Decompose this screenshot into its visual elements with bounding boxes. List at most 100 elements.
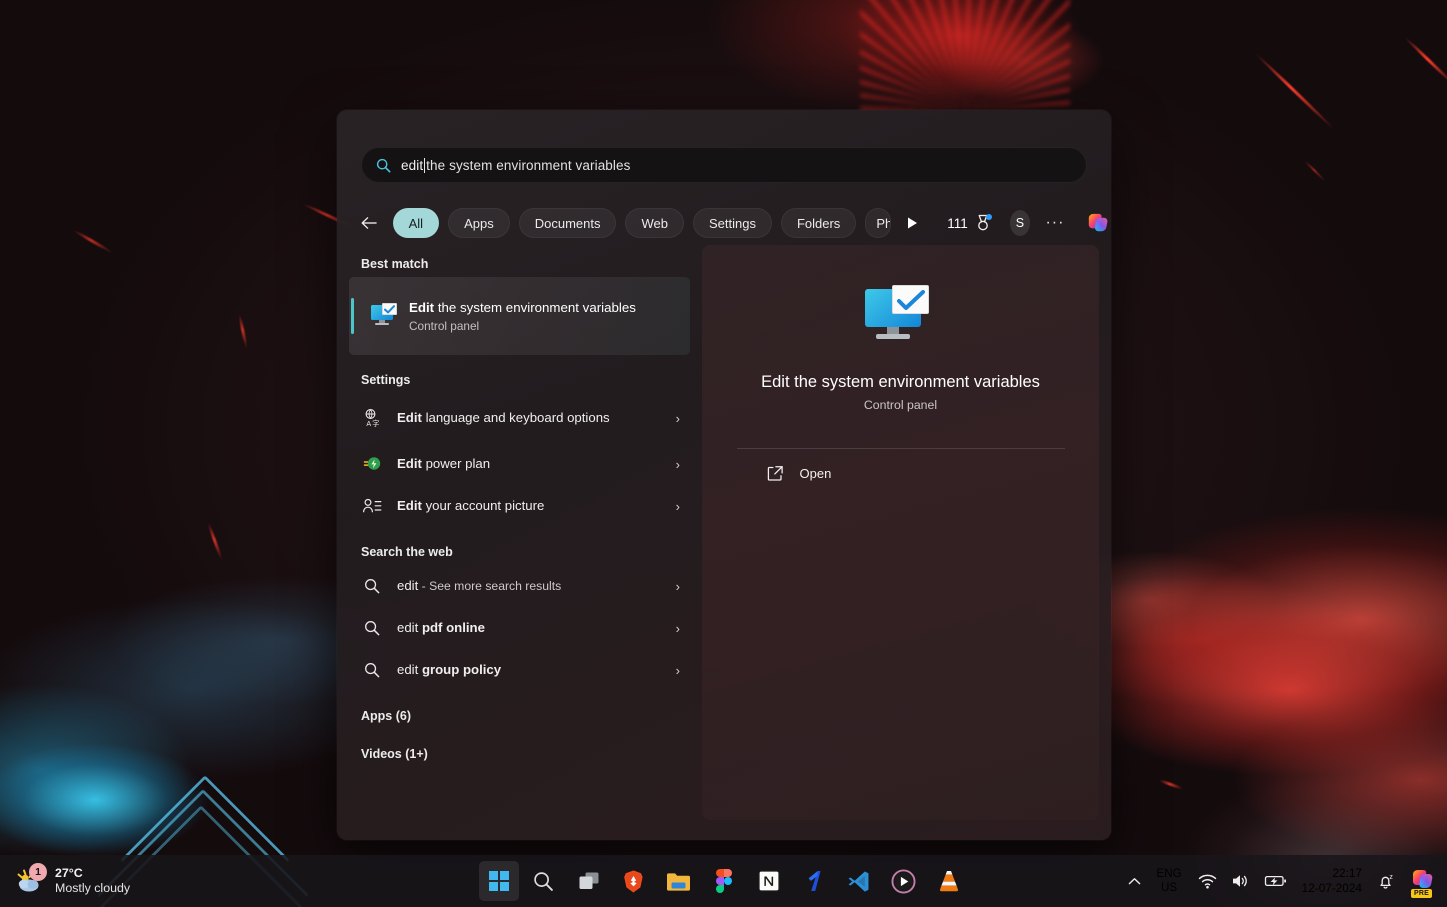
chevron-right-icon[interactable]: ›	[676, 499, 680, 514]
chip-all[interactable]: All	[392, 208, 440, 238]
notion-button[interactable]	[749, 861, 789, 901]
search-input[interactable]: edit the system environment variables	[361, 147, 1087, 183]
section-title-apps[interactable]: Apps (6)	[349, 691, 690, 729]
file-explorer-button[interactable]	[659, 861, 699, 901]
search-icon	[361, 575, 383, 597]
best-match-title-bold: Edit	[409, 299, 435, 315]
best-match-result[interactable]: Edit the system environment variables Co…	[349, 277, 690, 355]
speaker-icon	[1232, 875, 1247, 887]
wallpaper-feather-glow	[860, 0, 1070, 110]
web-result-label: edit pdf online	[397, 619, 662, 638]
settings-result-label: Edit language and keyboard options	[397, 409, 662, 428]
copilot-button[interactable]	[1084, 210, 1111, 237]
chevron-right-icon[interactable]: ›	[676, 579, 680, 594]
web-result-group-policy[interactable]: edit group policy ›	[349, 649, 690, 691]
result-rest: power plan	[421, 455, 491, 471]
settings-result-power-plan[interactable]: Edit power plan ›	[349, 443, 690, 485]
result-rest: your account picture	[421, 497, 545, 513]
best-match-title-rest: the system environment variables	[434, 299, 636, 315]
wifi-button[interactable]	[1191, 861, 1224, 901]
settings-result-language[interactable]: A 字 Edit language and keyboard options ›	[349, 393, 690, 443]
wallpaper-streak	[1303, 159, 1327, 183]
brave-browser-button[interactable]	[614, 861, 654, 901]
figma-icon	[715, 869, 732, 893]
account-picture-icon	[361, 495, 383, 517]
result-plain: edit	[397, 577, 419, 593]
windows-search-panel: edit the system environment variables All…	[337, 110, 1111, 840]
rewards-points[interactable]: 111	[947, 214, 992, 232]
task-view-icon	[579, 872, 598, 889]
search-button[interactable]	[524, 861, 564, 901]
chevron-right-icon[interactable]: ›	[676, 663, 680, 678]
battery-button[interactable]	[1257, 861, 1294, 901]
figma-button[interactable]	[704, 861, 744, 901]
chevron-right-icon[interactable]: ›	[676, 457, 680, 472]
account-avatar[interactable]: S	[1009, 210, 1030, 236]
chip-folders[interactable]: Folders	[780, 208, 857, 238]
system-properties-icon	[371, 303, 397, 328]
chevron-right-icon[interactable]: ›	[676, 411, 680, 426]
result-bold: Edit	[397, 497, 422, 513]
notification-button[interactable]: z	[1370, 861, 1403, 901]
section-title-settings: Settings	[361, 373, 411, 387]
chips-next-button[interactable]	[902, 210, 922, 236]
system-tray: ENG US 22:17 12-07-2024 z PRE	[1121, 855, 1447, 907]
weather-temperature: 27°C	[55, 865, 83, 880]
next-arrow-icon	[908, 217, 918, 229]
clock-time: 22:17	[1332, 866, 1362, 881]
section-title-videos[interactable]: Videos (1+)	[349, 729, 690, 767]
clock[interactable]: 22:17 12-07-2024	[1294, 866, 1370, 895]
web-result-label: edit - See more search results	[397, 577, 662, 596]
chip-settings[interactable]: Settings	[692, 208, 772, 238]
volume-button[interactable]	[1224, 861, 1257, 901]
tray-expand-button[interactable]	[1121, 861, 1148, 901]
weather-widget[interactable]: 1 27°C Mostly cloudy	[0, 863, 330, 896]
more-options-button[interactable]: ···	[1045, 210, 1065, 236]
result-bold: pdf online	[421, 619, 485, 635]
vlc-cone-icon	[939, 871, 958, 892]
rewards-points-value: 111	[947, 215, 968, 231]
search-query-text: edit the system environment variables	[401, 157, 631, 173]
chip-apps[interactable]: Apps	[448, 208, 510, 238]
notion-icon	[757, 870, 780, 892]
language-line-2: US	[1161, 881, 1178, 894]
vlc-button[interactable]	[929, 861, 969, 901]
text-caret	[424, 157, 426, 173]
chevron-right-icon[interactable]: ›	[676, 621, 680, 636]
web-result-pdf-online[interactable]: edit pdf online ›	[349, 607, 690, 649]
search-suggestion-text: the system environment variables	[426, 157, 631, 173]
brave-icon	[624, 870, 643, 892]
web-result-label: edit group policy	[397, 661, 662, 680]
copilot-tray-button[interactable]: PRE	[1407, 866, 1437, 898]
best-match-text: Edit the system environment variables Co…	[409, 299, 636, 334]
task-view-button[interactable]	[569, 861, 609, 901]
folder-icon	[667, 872, 690, 891]
language-indicator[interactable]: ENG US	[1148, 867, 1191, 895]
preview-subtitle: Control panel	[863, 398, 938, 412]
start-button[interactable]	[478, 861, 519, 901]
svg-text:A: A	[366, 419, 371, 428]
preview-card: Edit the system environment variables Co…	[702, 245, 1099, 820]
notification-bell-quiet-icon: z	[1380, 874, 1393, 889]
results-list-column: Best match Edit the system environment v…	[337, 245, 702, 840]
settings-result-account-picture[interactable]: Edit your account picture ›	[349, 485, 690, 527]
vs-code-button[interactable]	[839, 861, 879, 901]
chip-web[interactable]: Web	[625, 208, 684, 238]
chip-documents[interactable]: Documents	[518, 208, 617, 238]
search-icon	[376, 158, 391, 172]
chip-photos[interactable]: Ph	[865, 208, 892, 238]
media-player-button[interactable]	[884, 861, 924, 901]
vscode-icon	[848, 870, 869, 892]
external-link-icon	[767, 466, 783, 481]
language-icon: A 字	[361, 407, 383, 429]
preview-column: Edit the system environment variables Co…	[702, 245, 1111, 840]
windows-logo-icon	[488, 871, 509, 891]
open-action-button[interactable]: Open	[737, 449, 1065, 482]
weather-notification-badge: 1	[29, 863, 47, 881]
one-app-button[interactable]	[794, 861, 834, 901]
back-button[interactable]	[359, 209, 381, 237]
copilot-preview-badge: PRE	[1411, 889, 1432, 898]
selection-accent-bar	[351, 298, 354, 334]
web-result-see-more[interactable]: edit - See more search results ›	[349, 565, 690, 607]
power-plan-icon	[361, 453, 383, 475]
